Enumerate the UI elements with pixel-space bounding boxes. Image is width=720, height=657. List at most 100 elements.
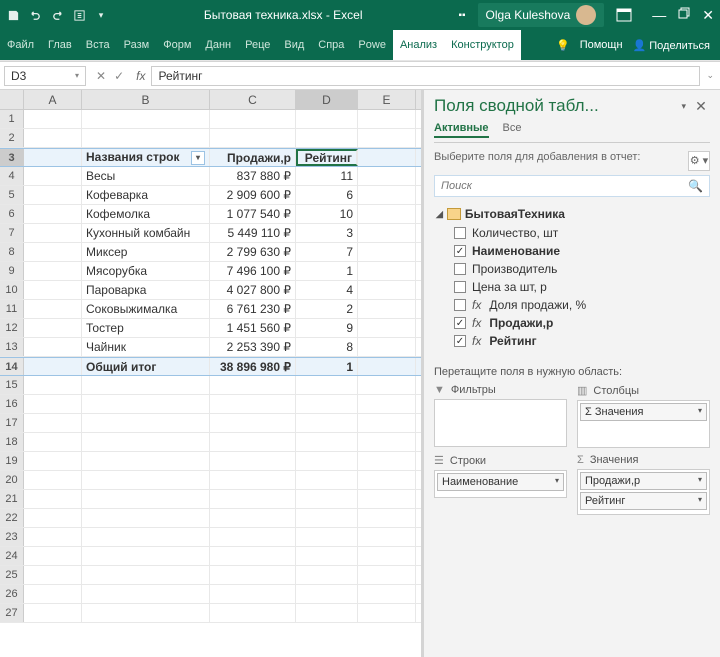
field-item[interactable]: fxРейтинг (436, 332, 708, 350)
cell[interactable]: 6 (296, 186, 358, 204)
row-header[interactable]: 9 (0, 262, 24, 280)
cell[interactable] (24, 471, 82, 489)
cell[interactable] (24, 338, 82, 356)
restore-icon[interactable] (678, 7, 690, 24)
cell[interactable] (82, 471, 210, 489)
row-header[interactable]: 26 (0, 585, 24, 603)
cell[interactable]: Мясорубка (82, 262, 210, 280)
tab-view[interactable]: Вид (277, 30, 311, 60)
table-row[interactable]: 13 Чайник 2 253 390 ₽ 8 (0, 338, 421, 357)
table-row[interactable]: 23 (0, 528, 421, 547)
cell[interactable] (24, 110, 82, 128)
cell[interactable] (82, 509, 210, 527)
touch-mode-icon[interactable] (72, 8, 86, 22)
pill-value-rank[interactable]: Рейтинг▾ (580, 492, 707, 510)
cell[interactable] (24, 490, 82, 508)
cell[interactable] (296, 604, 358, 622)
row-header[interactable]: 24 (0, 547, 24, 565)
namebox-dropdown-icon[interactable]: ▾ (75, 71, 79, 80)
zone-filters[interactable]: ▼Фильтры (434, 384, 567, 448)
cell[interactable] (358, 205, 416, 223)
cell[interactable] (82, 433, 210, 451)
cell[interactable] (82, 585, 210, 603)
cell[interactable] (24, 167, 82, 185)
fx-icon[interactable]: fx (136, 69, 145, 83)
cell[interactable] (296, 528, 358, 546)
table-row[interactable]: 9 Мясорубка 7 496 100 ₽ 1 (0, 262, 421, 281)
cell[interactable]: 1 077 540 ₽ (210, 205, 296, 223)
field-item[interactable]: fxДоля продажи, % (436, 296, 708, 314)
tell-me-icon[interactable]: 💡 (556, 39, 570, 52)
cell[interactable]: 7 (296, 243, 358, 261)
tab-design[interactable]: Конструктор (444, 30, 521, 60)
cell[interactable] (210, 490, 296, 508)
row-header[interactable]: 2 (0, 129, 24, 147)
table-row[interactable]: 27 (0, 604, 421, 623)
tab-active-fields[interactable]: Активные (434, 122, 489, 138)
cell[interactable]: 3 (296, 224, 358, 242)
cell[interactable] (24, 528, 82, 546)
enter-icon[interactable]: ✓ (114, 69, 124, 83)
table-row[interactable]: 6 Кофемолка 1 077 540 ₽ 10 (0, 205, 421, 224)
cell[interactable] (358, 224, 416, 242)
row-header[interactable]: 7 (0, 224, 24, 242)
zone-rows[interactable]: ☰Строки Наименование▾ (434, 454, 567, 515)
cell[interactable] (210, 528, 296, 546)
qat-dropdown-icon[interactable]: ▾ (94, 8, 108, 22)
close-icon[interactable]: ✕ (702, 7, 714, 24)
cell[interactable] (358, 281, 416, 299)
cell[interactable] (296, 433, 358, 451)
col-header-d[interactable]: D (296, 90, 358, 109)
cell[interactable]: 5 449 110 ₽ (210, 224, 296, 242)
cell[interactable]: Пароварка (82, 281, 210, 299)
row-header[interactable]: 16 (0, 395, 24, 413)
row-header[interactable]: 21 (0, 490, 24, 508)
cell[interactable] (296, 509, 358, 527)
row-header[interactable]: 4 (0, 167, 24, 185)
cell[interactable]: Кофеварка (82, 186, 210, 204)
tab-review[interactable]: Реце (238, 30, 277, 60)
cell[interactable] (24, 509, 82, 527)
table-row[interactable]: 16 (0, 395, 421, 414)
row-header[interactable]: 10 (0, 281, 24, 299)
cell[interactable] (296, 566, 358, 584)
row-filter-icon[interactable]: ▾ (191, 151, 205, 165)
cell[interactable]: 4 (296, 281, 358, 299)
col-header-a[interactable]: A (24, 90, 82, 109)
row-header[interactable]: 1 (0, 110, 24, 128)
cell[interactable] (24, 224, 82, 242)
tab-formulas[interactable]: Форм (156, 30, 198, 60)
cell[interactable] (210, 376, 296, 394)
cell[interactable] (82, 376, 210, 394)
cell[interactable] (358, 414, 416, 432)
cell[interactable]: Рейтинг (296, 149, 358, 166)
cancel-icon[interactable]: ✕ (96, 69, 106, 83)
pane-close-icon[interactable]: ✕ (692, 98, 710, 115)
cell[interactable] (24, 433, 82, 451)
cell[interactable] (24, 281, 82, 299)
cell[interactable] (358, 149, 416, 166)
redo-icon[interactable] (50, 8, 64, 22)
table-row[interactable]: 22 (0, 509, 421, 528)
table-row[interactable]: 8 Миксер 2 799 630 ₽ 7 (0, 243, 421, 262)
cell[interactable] (358, 129, 416, 147)
row-header[interactable]: 18 (0, 433, 24, 451)
tab-all-fields[interactable]: Все (503, 122, 522, 138)
cell[interactable] (358, 243, 416, 261)
table-row[interactable]: 26 (0, 585, 421, 604)
cell[interactable] (82, 414, 210, 432)
cell[interactable] (24, 205, 82, 223)
cell[interactable]: Тостер (82, 319, 210, 337)
tab-insert[interactable]: Вста (79, 30, 117, 60)
cell[interactable] (210, 585, 296, 603)
cell[interactable] (24, 376, 82, 394)
cell[interactable] (210, 509, 296, 527)
row-header[interactable]: 23 (0, 528, 24, 546)
cell[interactable] (296, 110, 358, 128)
table-row[interactable]: 17 (0, 414, 421, 433)
tab-powerpivot[interactable]: Powe (351, 30, 393, 60)
table-row[interactable]: 5 Кофеварка 2 909 600 ₽ 6 (0, 186, 421, 205)
pill-rows-name[interactable]: Наименование▾ (437, 473, 564, 491)
field-item[interactable]: Количество, шт (436, 224, 708, 242)
cell[interactable]: 1 (296, 262, 358, 280)
